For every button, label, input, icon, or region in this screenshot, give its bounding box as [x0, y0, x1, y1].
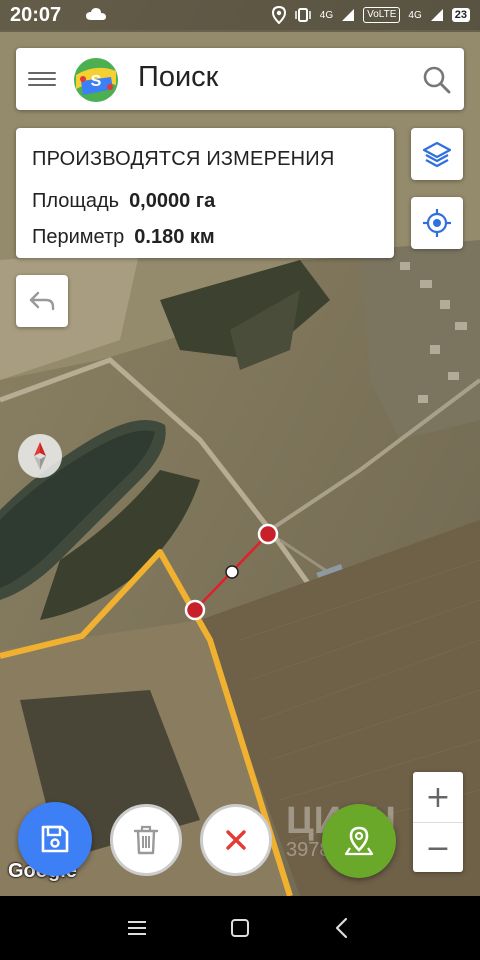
status-bar: 20:07 4G VoLTE 4G 23 [0, 0, 480, 32]
area-value: 0,0000 га [129, 190, 216, 212]
my-location-button[interactable] [411, 197, 463, 249]
measure-vertex-end[interactable] [257, 523, 279, 545]
cloud-icon [86, 8, 106, 20]
measurement-panel: ПРОИЗВОДЯТСЯ ИЗМЕРЕНИЯ Площадь 0,0000 га … [16, 128, 394, 258]
compass-button[interactable] [18, 434, 62, 478]
system-nav-bar [0, 896, 480, 960]
zoom-in-button[interactable]: + [413, 772, 463, 823]
undo-icon [29, 291, 55, 311]
back-icon[interactable] [330, 916, 354, 940]
undo-button[interactable] [16, 275, 68, 327]
app-logo: S [74, 58, 118, 102]
perimeter-label: Периметр [32, 226, 125, 248]
delete-button[interactable] [110, 804, 182, 876]
vibrate-icon [295, 8, 311, 22]
add-point-button[interactable] [322, 804, 396, 878]
recents-icon[interactable] [125, 916, 149, 940]
compass-icon [34, 442, 46, 470]
battery-level: 23 [451, 8, 470, 22]
home-icon[interactable] [228, 916, 252, 940]
logo-letter: S [91, 73, 102, 90]
measure-vertex-start[interactable] [184, 599, 206, 621]
save-icon [41, 825, 69, 853]
search-title[interactable]: Поиск [138, 61, 218, 94]
close-icon [226, 830, 246, 850]
signal-icon-2 [430, 9, 443, 21]
network-left: 4G [319, 9, 334, 21]
network-right: 4G [408, 9, 422, 21]
area-row: Площадь 0,0000 га [32, 190, 215, 213]
zoom-controls: + − [413, 772, 463, 872]
crosshair-icon [423, 209, 451, 237]
volte-badge: VoLTE [363, 7, 401, 23]
layers-icon [422, 141, 452, 168]
area-label: Площадь [32, 190, 120, 212]
search-bar[interactable]: S Поиск [16, 48, 464, 110]
perimeter-row: Периметр 0.180 км [32, 226, 215, 249]
menu-icon[interactable] [28, 68, 56, 90]
map-pin-icon [344, 826, 374, 856]
signal-icon [342, 9, 355, 21]
cancel-measure-button[interactable] [200, 804, 272, 876]
location-icon [271, 6, 286, 24]
measure-midpoint[interactable] [225, 565, 239, 579]
measurement-heading: ПРОИЗВОДЯТСЯ ИЗМЕРЕНИЯ [32, 148, 335, 170]
search-icon[interactable] [422, 65, 452, 95]
zoom-out-button[interactable]: − [413, 823, 463, 873]
status-time: 20:07 [10, 4, 62, 26]
perimeter-value: 0.180 км [134, 226, 215, 248]
save-button[interactable] [18, 802, 92, 876]
trash-icon [133, 825, 159, 855]
layers-button[interactable] [411, 128, 463, 180]
